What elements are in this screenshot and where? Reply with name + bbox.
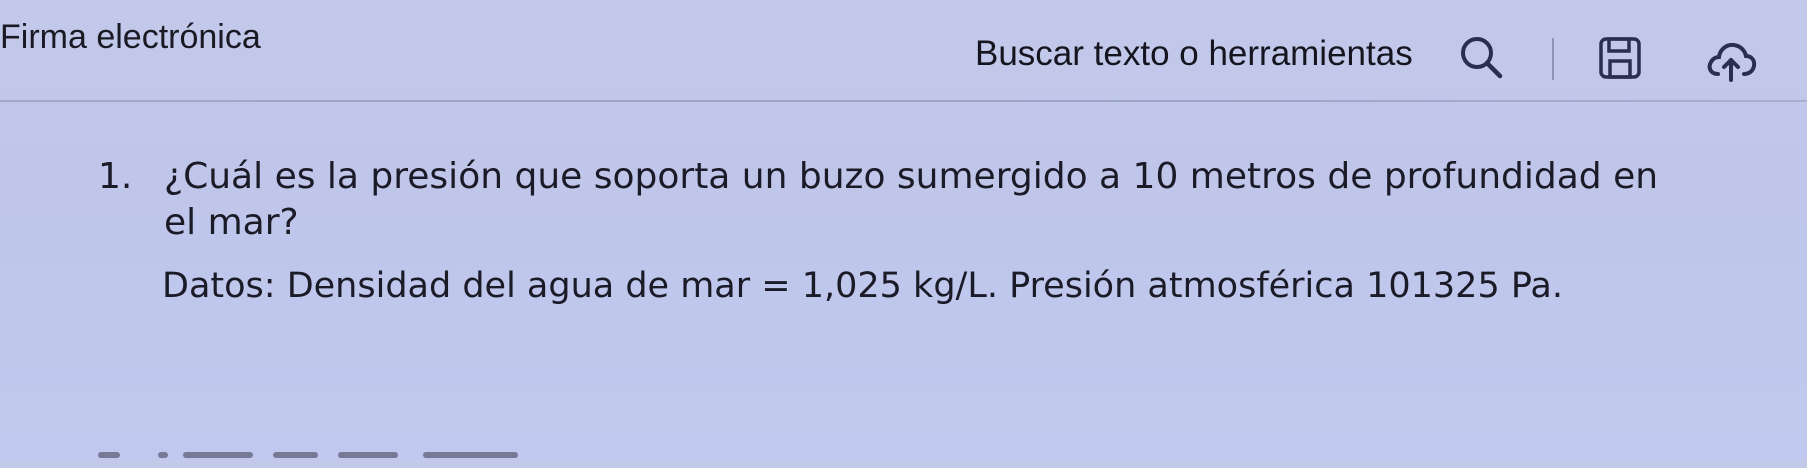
cloud-upload-icon[interactable] bbox=[1705, 38, 1757, 82]
document-page: 1. ¿Cuál es la presión que soporta un bu… bbox=[0, 108, 1807, 459]
search-icon[interactable] bbox=[1458, 34, 1504, 80]
next-question-fragment bbox=[78, 438, 538, 468]
app-label[interactable]: Firma electrónica bbox=[0, 18, 261, 57]
question-text-line1: ¿Cuál es la presión que soporta un buzo … bbox=[164, 156, 1659, 197]
search-tools-button[interactable]: Buscar texto o herramientas bbox=[975, 34, 1413, 74]
question-data: Datos: Densidad del agua de mar = 1,025 … bbox=[162, 266, 1563, 306]
toolbar: Firma electrónica Buscar texto o herrami… bbox=[0, 0, 1807, 108]
toolbar-separator bbox=[0, 100, 1807, 102]
toolbar-divider bbox=[1552, 38, 1554, 80]
question-text-line2: el mar? bbox=[164, 202, 299, 243]
save-icon[interactable] bbox=[1598, 36, 1642, 80]
question-number: 1. bbox=[98, 156, 133, 197]
